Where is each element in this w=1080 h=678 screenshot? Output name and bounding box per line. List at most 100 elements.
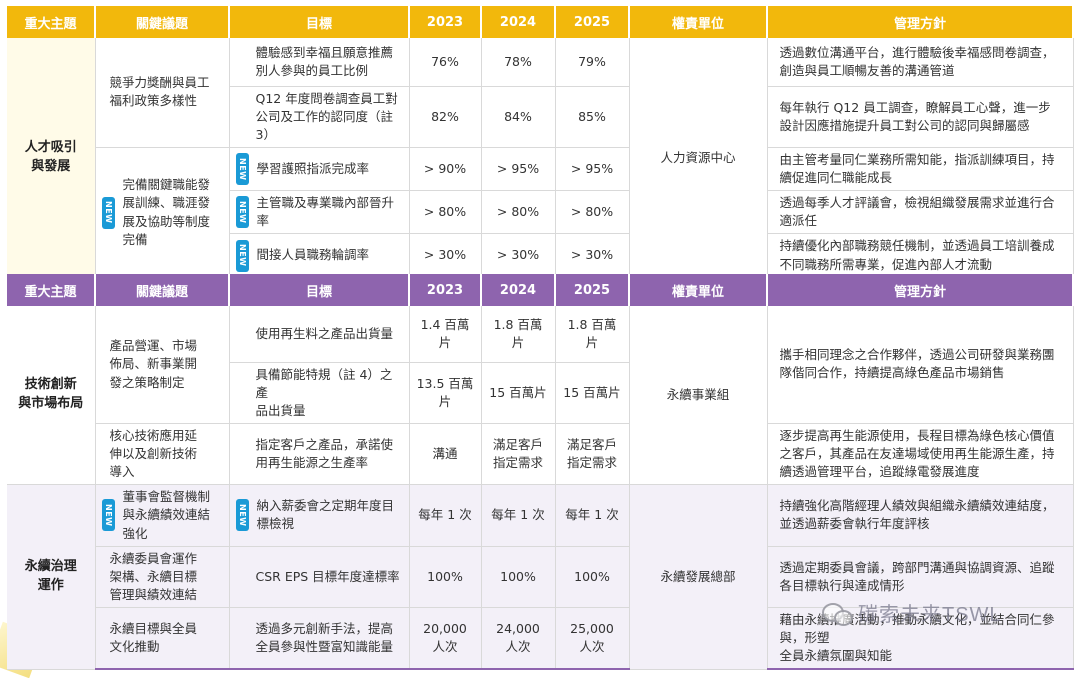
policy-cell: 每年執行 Q12 員工調查，瞭解員工心聲，進一步 設計因應措施提升員工對公司的認…: [767, 86, 1074, 148]
target-cell: NEW 納入薪委會之定期年度目 標檢視: [229, 484, 410, 547]
target-cell: 體驗感到幸福且願意推薦 別人參與的員工比例: [229, 38, 410, 87]
new-badge: NEW: [235, 196, 249, 229]
target-cell: 透過多元創新手法，提高 全員參與性暨富知識能量: [229, 607, 410, 671]
value-2023: > 90%: [409, 147, 482, 192]
new-badge: NEW: [235, 239, 249, 272]
watermark-text: 碳索未来TSWL: [858, 604, 1002, 626]
value-2024: > 80%: [481, 190, 556, 235]
target-text: 間接人員職務輪調率: [256, 247, 370, 263]
target-text: 學習護照指派完成率: [256, 160, 370, 176]
value-2025: 1.8 百萬片: [555, 306, 630, 363]
theme-cell: 人才吸引 與發展: [7, 38, 96, 279]
header-2025: 2025: [555, 6, 630, 38]
value-2024: 84%: [481, 86, 556, 148]
value-2023: 76%: [409, 38, 482, 87]
value-2025: 79%: [555, 38, 630, 87]
dept-cell: 人力資源中心: [629, 38, 768, 279]
value-2023: 82%: [409, 86, 482, 148]
value-2025: 25,000 人次: [555, 607, 630, 671]
value-2023: > 30%: [409, 233, 482, 279]
issue-text: 完備關鍵職能發 展訓練、職涯發 展及協助等制度 完備: [122, 177, 211, 247]
issue-text: 董事會監督機制 與永續績效連結 強化: [122, 489, 211, 541]
target-cell: NEW 主管職及專業職內部晉升率: [229, 190, 410, 235]
target-cell: Q12 年度問卷調查員工對 公司及工作的認同度（註 3）: [229, 86, 410, 148]
value-2023: 100%: [409, 546, 482, 609]
value-2024: > 95%: [481, 147, 556, 192]
header-dept: 權責單位: [629, 6, 768, 38]
issue-cell: 核心技術應用延 伸以及創新技術 導入: [95, 423, 230, 486]
policy-cell: 持續優化內部職務競任機制，並透過員工培訓養成 不同職務所需專業，促進內部人才流動: [767, 233, 1074, 279]
value-2025: > 95%: [555, 147, 630, 192]
target-cell: NEW 學習護照指派完成率: [229, 147, 410, 192]
target-cell: NEW 間接人員職務輪調率: [229, 233, 410, 279]
target-cell: 指定客戶之產品，承諾使 用再生能源之生產率: [229, 423, 410, 486]
table-row: 永續治理 運作 NEW 董事會監督機制 與永續績效連結 強化 NEW 納入薪委會…: [7, 484, 1074, 670]
value-2024: > 30%: [481, 233, 556, 279]
dept-cell: 永續發展總部: [629, 484, 768, 670]
header-target: 目標: [229, 274, 410, 306]
value-2025: 滿足客戶 指定需求: [555, 423, 630, 486]
header-policy: 管理方針: [767, 274, 1074, 306]
wechat-icon: [822, 601, 853, 626]
talent-table: 重大主題 關鍵議題 目標 2023 2024 2025 權責單位 管理方針 人才…: [7, 6, 1074, 279]
header-issue: 關鍵議題: [95, 6, 230, 38]
table-header-row: 重大主題 關鍵議題 目標 2023 2024 2025 權責單位 管理方針: [7, 274, 1074, 306]
header-2024: 2024: [481, 274, 556, 306]
value-2023: > 80%: [409, 190, 482, 235]
value-2024: 24,000 人次: [481, 607, 556, 671]
policy-cell: 由主管考量同仁業務所需知能，指派訓練項目，持 續促進同仁職能成長: [767, 147, 1074, 192]
issue-cell: NEW 完備關鍵職能發 展訓練、職涯發 展及協助等制度 完備: [95, 147, 230, 279]
table-row: 技術創新 與市場布局 產品營運、市場 佈局、新事業開 發之策略制定 使用再生料之…: [7, 306, 1074, 486]
target-text: 納入薪委會之定期年度目 標檢視: [256, 498, 395, 532]
value-2024: 滿足客戶 指定需求: [481, 423, 556, 486]
issue-cell: NEW 董事會監督機制 與永續績效連結 強化: [95, 484, 230, 547]
value-2024: 1.8 百萬片: [481, 306, 556, 363]
value-2025: > 80%: [555, 190, 630, 235]
issue-cell: 競爭力獎酬與員工 福利政策多樣性: [95, 38, 230, 148]
watermark: 碳索未来TSWL: [822, 598, 1002, 627]
issue-cell: 產品營運、市場 佈局、新事業開 發之策略制定: [95, 306, 230, 424]
value-2023: 每年 1 次: [409, 484, 482, 547]
table-row: NEW 完備關鍵職能發 展訓練、職涯發 展及協助等制度 完備 NEW 學習護照指…: [7, 147, 1074, 279]
value-2024: 每年 1 次: [481, 484, 556, 547]
target-cell: CSR EPS 目標年度達標率: [229, 546, 410, 609]
value-2023: 1.4 百萬片: [409, 306, 482, 363]
header-2023: 2023: [409, 274, 482, 306]
value-2023: 20,000 人次: [409, 607, 482, 671]
header-2024: 2024: [481, 6, 556, 38]
value-2023: 13.5 百萬片: [409, 362, 482, 424]
policy-cell: 逐步提高再生能源使用，長程目標為綠色核心價值 之客戶，其產品在友達場域使用再生能…: [767, 423, 1074, 486]
header-target: 目標: [229, 6, 410, 38]
value-2025: 每年 1 次: [555, 484, 630, 547]
value-2025: > 30%: [555, 233, 630, 279]
value-2024: 78%: [481, 38, 556, 87]
target-cell: 使用再生料之產品出貨量: [229, 306, 410, 363]
header-issue: 關鍵議題: [95, 274, 230, 306]
table-header-row: 重大主題 關鍵議題 目標 2023 2024 2025 權責單位 管理方針: [7, 6, 1074, 38]
header-2023: 2023: [409, 6, 482, 38]
policy-cell: 攜手相同理念之合作夥伴，透過公司研發與業務團 隊偕同合作，持續提高綠色產品市場銷…: [767, 306, 1074, 424]
theme-cell: 永續治理 運作: [7, 484, 96, 670]
policy-cell: 透過每季人才評議會，檢視組織發展需求並進行合 適派任: [767, 190, 1074, 235]
issue-cell: 永續目標與全員 文化推動: [95, 607, 230, 671]
value-2023: 溝通: [409, 423, 482, 486]
policy-cell: 持續強化高階經理人績效與組織永續績效連結度， 並透過薪委會執行年度評核: [767, 484, 1074, 547]
value-2025: 85%: [555, 86, 630, 148]
target-text: 主管職及專業職內部晉升率: [256, 195, 395, 229]
new-badge: NEW: [101, 196, 115, 229]
value-2025: 15 百萬片: [555, 362, 630, 424]
new-badge: NEW: [235, 499, 249, 532]
value-2024: 15 百萬片: [481, 362, 556, 424]
new-badge: NEW: [101, 499, 115, 532]
target-cell: 具備節能特規（註 4）之產 品出貨量: [229, 362, 410, 424]
header-dept: 權責單位: [629, 274, 768, 306]
header-2025: 2025: [555, 274, 630, 306]
header-theme: 重大主題: [7, 6, 96, 38]
header-policy: 管理方針: [767, 6, 1074, 38]
policy-cell: 透過數位溝通平台，進行體驗後幸福感問卷調查， 創造與員工順暢友善的溝通管道: [767, 38, 1074, 87]
header-theme: 重大主題: [7, 274, 96, 306]
theme-cell: 技術創新 與市場布局: [7, 306, 96, 486]
dept-cell: 永續事業組: [629, 306, 768, 486]
issue-cell: 永續委員會運作 架構、永續目標 管理與績效連結: [95, 546, 230, 609]
table-row: 核心技術應用延 伸以及創新技術 導入 指定客戶之產品，承諾使 用再生能源之生產率…: [7, 423, 1074, 486]
